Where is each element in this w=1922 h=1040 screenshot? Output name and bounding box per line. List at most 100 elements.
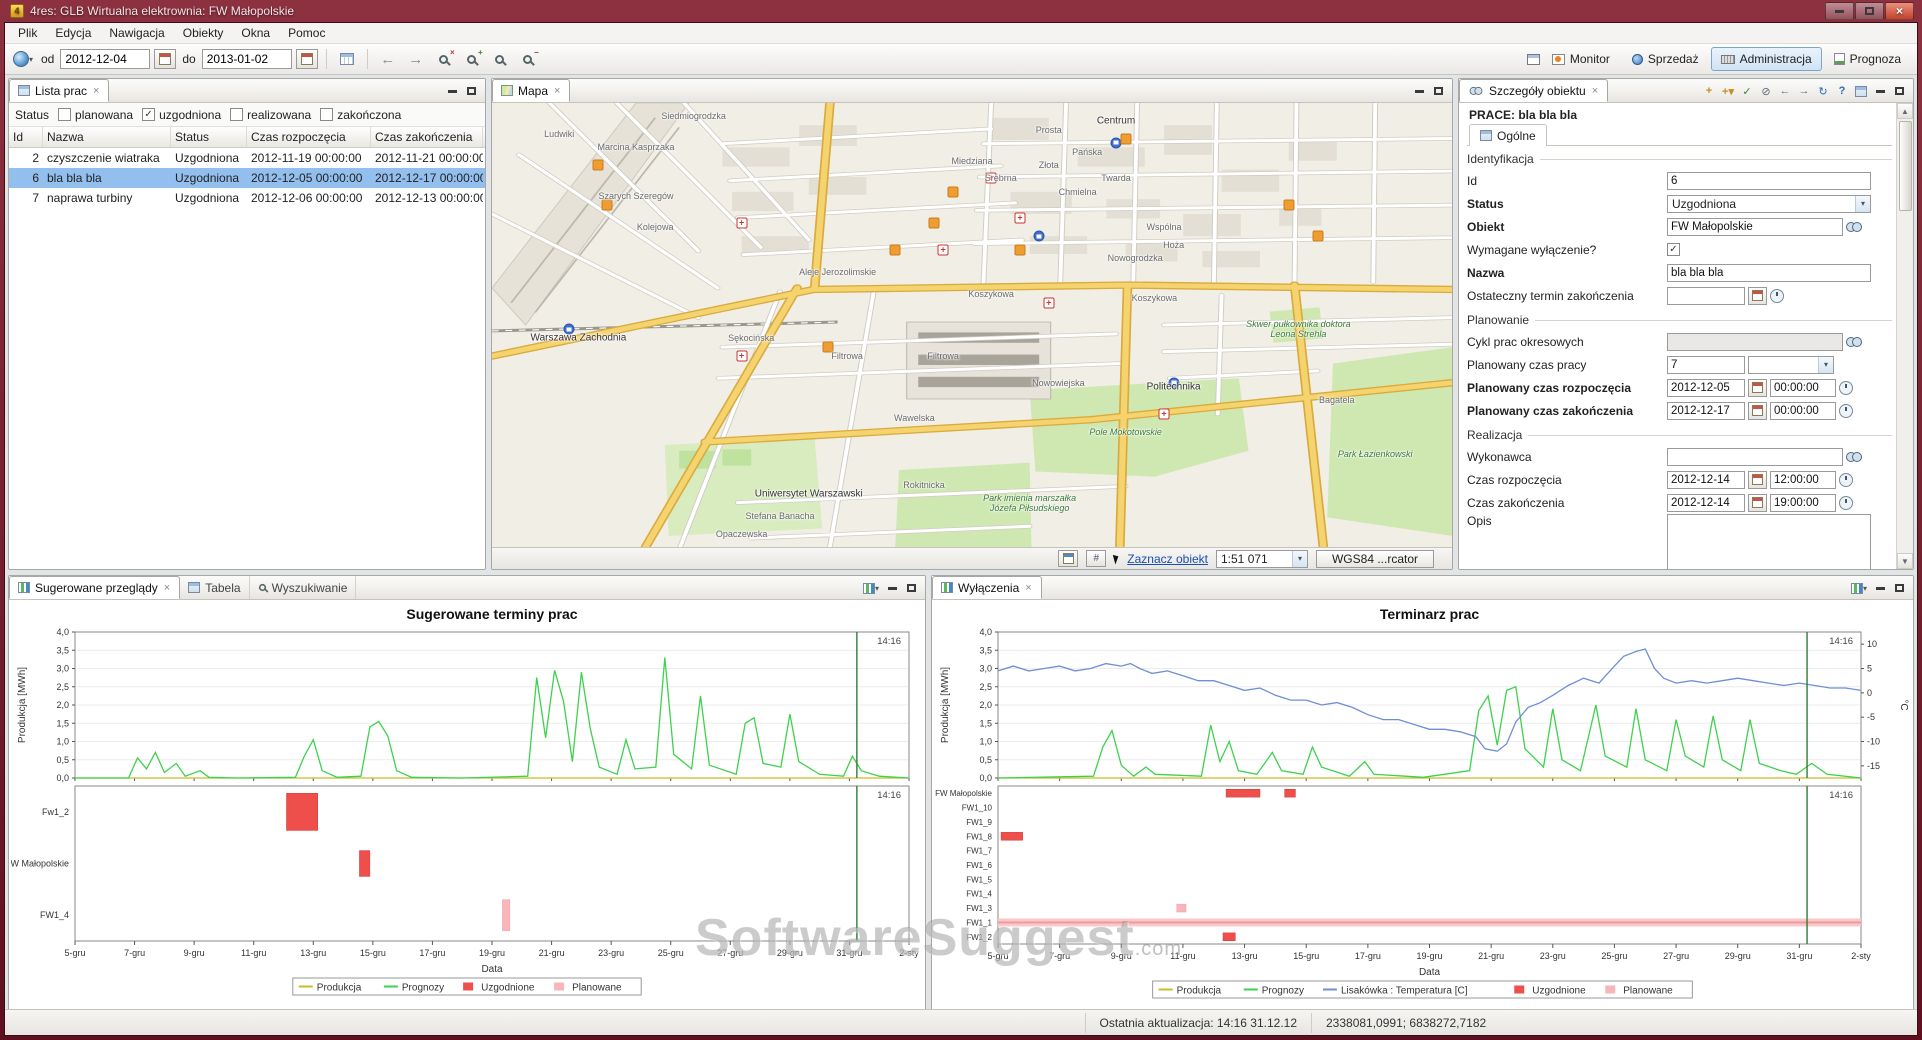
map-projection-button[interactable]: WGS84 ...rcator bbox=[1316, 550, 1434, 568]
map-scale-combo[interactable]: 1:51 071 ▾ bbox=[1216, 550, 1308, 568]
filter-checkbox-zakończona[interactable] bbox=[320, 108, 333, 121]
zoom-out-button[interactable]: − bbox=[516, 47, 540, 71]
title-bar[interactable]: 4 4res: GLB Wirtualna elektrownia: FW Ma… bbox=[4, 0, 1918, 22]
minimize-view-button[interactable] bbox=[1874, 84, 1886, 98]
back-button[interactable]: ← bbox=[1779, 84, 1791, 98]
add-item-button[interactable]: + bbox=[1703, 84, 1715, 98]
close-icon[interactable]: × bbox=[163, 582, 171, 594]
refresh-button[interactable]: ↻ bbox=[1817, 84, 1829, 98]
tab-wyszukiwanie[interactable]: Wyszukiwanie bbox=[250, 576, 357, 599]
select-object-link[interactable]: Zaznacz obiekt bbox=[1127, 552, 1208, 566]
field-status[interactable]: Uzgodniona▾ bbox=[1667, 195, 1871, 213]
tab-sugerowane-przeglady[interactable]: Sugerowane przeglądy × bbox=[9, 576, 180, 599]
calendar-button[interactable] bbox=[1748, 494, 1767, 512]
binoculars-icon[interactable] bbox=[1846, 452, 1862, 461]
maximize-view-button[interactable] bbox=[1432, 84, 1444, 98]
field-cykl-prac-okresowych[interactable] bbox=[1667, 333, 1843, 351]
help-button[interactable]: ? bbox=[1836, 84, 1848, 98]
menu-okna[interactable]: Okna bbox=[232, 24, 279, 42]
field-planowany-czas-pracy[interactable] bbox=[1667, 356, 1745, 374]
maximize-view-button[interactable] bbox=[905, 581, 917, 595]
column-header-2[interactable]: Status bbox=[171, 127, 247, 147]
field-wykonawca[interactable] bbox=[1667, 448, 1843, 466]
minimize-view-button[interactable] bbox=[1413, 84, 1425, 98]
maximize-window-button[interactable] bbox=[1855, 2, 1884, 20]
field-nazwa[interactable] bbox=[1667, 264, 1871, 282]
calendar-button[interactable] bbox=[1748, 471, 1767, 489]
clock-icon[interactable] bbox=[1839, 496, 1853, 510]
menu-plik[interactable]: Plik bbox=[9, 24, 46, 42]
menu-obiekty[interactable]: Obiekty bbox=[174, 24, 233, 42]
zoom-in-button[interactable]: + bbox=[460, 47, 484, 71]
map-draw-button[interactable] bbox=[1058, 550, 1078, 567]
field-id[interactable] bbox=[1667, 172, 1871, 190]
chart-settings-button[interactable]: ▾ bbox=[1851, 581, 1867, 595]
perspective-monitor-button[interactable]: Monitor bbox=[1542, 47, 1620, 71]
menu-edycja[interactable]: Edycja bbox=[46, 24, 100, 42]
map-measure-button[interactable]: # bbox=[1086, 550, 1106, 567]
calendar-button[interactable] bbox=[1748, 379, 1767, 397]
column-header-0[interactable]: Id bbox=[9, 127, 43, 147]
zoom-reset-button[interactable]: × bbox=[432, 47, 456, 71]
add-item-menu-button[interactable]: +▾ bbox=[1722, 84, 1734, 98]
forward-button[interactable]: → bbox=[404, 47, 428, 71]
maximize-view-button[interactable] bbox=[1893, 581, 1905, 595]
field-obiekt[interactable] bbox=[1667, 218, 1843, 236]
details-scrollbar[interactable]: ▲ ▼ bbox=[1896, 103, 1913, 569]
clock-icon[interactable] bbox=[1839, 381, 1853, 395]
zoom-extent-button[interactable] bbox=[488, 47, 512, 71]
tab-szczegoly-obiektu[interactable]: Szczegóły obiektu × bbox=[1459, 79, 1608, 102]
close-icon[interactable]: × bbox=[1024, 582, 1032, 594]
table-row[interactable]: 2czyszczenie wiatrakaUzgodniona2012-11-1… bbox=[9, 148, 485, 168]
perspective-administracja-button[interactable]: Administracja bbox=[1711, 47, 1822, 71]
filter-checkbox-uzgodniona[interactable]: ✓ bbox=[142, 108, 155, 121]
date-to-input[interactable] bbox=[202, 49, 292, 69]
filter-checkbox-realizowana[interactable] bbox=[230, 108, 243, 121]
view-menu-button[interactable] bbox=[1855, 84, 1867, 98]
perspective-prognoza-button[interactable]: Prognoza bbox=[1824, 47, 1911, 71]
close-icon[interactable]: × bbox=[92, 85, 100, 97]
column-header-1[interactable]: Nazwa bbox=[43, 127, 171, 147]
menu-nawigacja[interactable]: Nawigacja bbox=[100, 24, 173, 42]
field-planowany-czas-zakończenia-time[interactable] bbox=[1770, 402, 1836, 420]
filter-checkbox-planowana[interactable] bbox=[58, 108, 71, 121]
field-czas-zakończenia-time[interactable] bbox=[1770, 494, 1836, 512]
field-checkbox-wymagane-wyłączenie-[interactable]: ✓ bbox=[1667, 243, 1680, 256]
chart-settings-button[interactable]: ▾ bbox=[863, 581, 879, 595]
column-header-4[interactable]: Czas zakończenia bbox=[371, 127, 483, 147]
calendar-button[interactable] bbox=[1748, 402, 1767, 420]
maximize-view-button[interactable] bbox=[1893, 84, 1905, 98]
tab-wylaczenia[interactable]: Wyłączenia × bbox=[932, 576, 1042, 599]
date-from-calendar-button[interactable] bbox=[154, 49, 176, 69]
tab-lista-prac[interactable]: Lista prac × bbox=[9, 79, 109, 102]
close-icon[interactable]: × bbox=[553, 85, 561, 97]
field-planowany-czas-rozpoczęcia-date[interactable] bbox=[1667, 379, 1745, 397]
calendar-button[interactable] bbox=[1748, 287, 1767, 305]
field-ostateczny-termin-zakończenia-date[interactable] bbox=[1667, 287, 1745, 305]
field-planowany-czas-zakończenia-date[interactable] bbox=[1667, 402, 1745, 420]
scope-button[interactable]: ▾ bbox=[11, 47, 35, 71]
clock-icon[interactable] bbox=[1839, 404, 1853, 418]
field-opis[interactable] bbox=[1667, 514, 1871, 569]
clock-icon[interactable] bbox=[1839, 473, 1853, 487]
chart-sugerowane[interactable]: Sugerowane terminy prac0,00,51,01,52,02,… bbox=[11, 602, 923, 1003]
resize-grip[interactable] bbox=[1901, 1010, 1917, 1035]
clock-icon[interactable] bbox=[1770, 289, 1784, 303]
field-czas-rozpoczęcia-date[interactable] bbox=[1667, 471, 1745, 489]
scroll-down-icon[interactable]: ▼ bbox=[1897, 553, 1913, 569]
minimize-view-button[interactable] bbox=[886, 581, 898, 595]
perspective-sprzedaz-button[interactable]: Sprzedaż bbox=[1622, 47, 1709, 71]
field-planowany-czas-pracy-unit[interactable]: ▾ bbox=[1748, 356, 1834, 374]
map-canvas[interactable]: +++++++ LudwikiMarcina KasprzakaSiedmiog… bbox=[492, 103, 1452, 547]
edit-table-button[interactable] bbox=[335, 47, 359, 71]
field-czas-rozpoczęcia-time[interactable] bbox=[1770, 471, 1836, 489]
minimize-window-button[interactable] bbox=[1825, 2, 1854, 20]
column-header-3[interactable]: Czas rozpoczęcia bbox=[247, 127, 371, 147]
field-czas-zakończenia-date[interactable] bbox=[1667, 494, 1745, 512]
perspective-icon[interactable] bbox=[1527, 52, 1540, 66]
binoculars-icon[interactable] bbox=[1846, 337, 1862, 346]
menu-pomoc[interactable]: Pomoc bbox=[279, 24, 334, 42]
tab-mapa[interactable]: Mapa × bbox=[492, 79, 570, 102]
binoculars-icon[interactable] bbox=[1846, 222, 1862, 231]
date-to-calendar-button[interactable] bbox=[296, 49, 318, 69]
